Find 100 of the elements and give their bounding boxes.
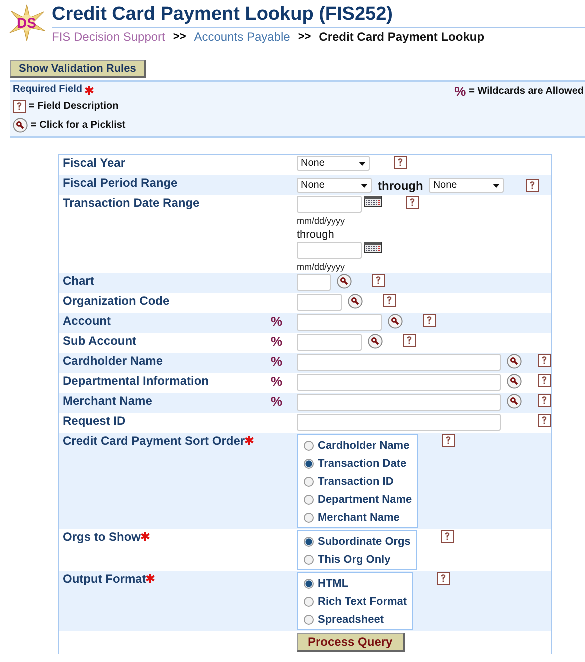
radio-button[interactable] [304, 459, 314, 469]
text-field[interactable] [297, 274, 331, 291]
breadcrumb-current: Credit Card Payment Lookup [319, 30, 485, 44]
help-icon[interactable] [394, 156, 407, 169]
field-label: Output Format [63, 572, 146, 587]
field-label: Orgs to Show [63, 530, 141, 545]
field-label: Fiscal Period Range [63, 176, 178, 191]
field-label: Chart [63, 274, 94, 289]
radio-button[interactable] [304, 441, 314, 451]
radio-option[interactable]: Subordinate Orgs [304, 534, 411, 550]
period-end-select[interactable]: None [429, 178, 504, 193]
wildcard-symbol: % [271, 354, 283, 371]
breadcrumb-separator: >> [173, 31, 186, 43]
help-icon[interactable] [538, 354, 551, 367]
caret-icon [361, 184, 368, 188]
help-icon[interactable] [406, 196, 419, 209]
radio-option[interactable]: Spreadsheet [304, 612, 408, 628]
radio-button[interactable] [304, 579, 314, 589]
help-icon[interactable] [442, 434, 456, 447]
help-icon[interactable] [437, 572, 450, 585]
field-label: Fiscal Year [63, 156, 126, 171]
fiscal-year-select[interactable]: None [297, 156, 370, 171]
magnifier-icon[interactable] [337, 274, 352, 289]
wildcard-symbol: % [454, 84, 466, 99]
radio-option[interactable]: Rich Text Format [304, 594, 408, 610]
magnifier-icon[interactable] [507, 354, 522, 369]
field-label: Cardholder Name [63, 354, 164, 369]
text-field[interactable] [297, 314, 382, 331]
radio-button[interactable] [304, 597, 314, 607]
wildcard-legend: = Wildcards are Allowed [469, 86, 584, 97]
radio-option[interactable]: Merchant Name [304, 510, 412, 526]
help-icon[interactable] [538, 374, 551, 387]
radio-button[interactable] [304, 615, 314, 625]
field-label: Organization Code [63, 294, 170, 309]
required-legend: Required Field [13, 84, 82, 95]
field-label: Departmental Information [63, 374, 210, 389]
help-icon[interactable] [372, 274, 385, 287]
text-field[interactable] [297, 334, 362, 351]
calendar-icon[interactable] [364, 196, 382, 207]
field-label: Request ID [63, 414, 126, 429]
magnifier-icon[interactable] [507, 374, 522, 389]
caret-icon [359, 162, 366, 166]
field-label: Transaction Date Range [63, 196, 200, 211]
caret-icon [493, 184, 500, 188]
through-label: through [297, 229, 336, 242]
help-icon[interactable] [13, 100, 26, 113]
text-field[interactable] [297, 414, 501, 431]
radio-button[interactable] [304, 555, 314, 565]
wildcard-symbol: % [271, 314, 283, 331]
radio-option[interactable]: This Org Only [304, 552, 411, 568]
help-icon[interactable] [538, 414, 551, 427]
radio-button[interactable] [304, 477, 314, 487]
logo-text: DS [17, 15, 36, 31]
radio-button[interactable] [304, 537, 314, 547]
wildcard-symbol: % [271, 334, 283, 351]
date-format-hint: mm/dd/yyyy [297, 216, 346, 226]
breadcrumb-link[interactable]: FIS Decision Support [52, 30, 166, 44]
text-field[interactable] [297, 374, 501, 391]
help-icon[interactable] [526, 179, 540, 192]
help-icon[interactable] [383, 294, 396, 307]
help-icon[interactable] [423, 314, 436, 327]
magnifier-icon[interactable] [388, 314, 403, 329]
radio-option[interactable]: Cardholder Name [304, 438, 412, 454]
picklist-legend: = Click for a Picklist [31, 120, 126, 131]
start-date-field[interactable] [297, 196, 362, 213]
field-label: Account [63, 314, 111, 329]
field-label: Merchant Name [63, 394, 152, 409]
magnifier-icon[interactable] [368, 334, 383, 349]
help-legend: = Field Description [29, 101, 119, 112]
text-field[interactable] [297, 294, 342, 311]
through-label: through [378, 178, 424, 192]
radio-button[interactable] [304, 495, 314, 505]
help-icon[interactable] [440, 530, 454, 543]
radio-option[interactable]: Department Name [304, 492, 412, 508]
text-field[interactable] [297, 394, 501, 411]
date-format-hint: mm/dd/yyyy [297, 262, 346, 272]
process-query-button[interactable]: Process Query [297, 633, 405, 652]
radio-option[interactable]: HTML [304, 576, 408, 592]
page-title: Credit Card Payment Lookup (FIS252) [52, 4, 585, 28]
breadcrumb-separator: >> [298, 31, 312, 43]
end-date-field[interactable] [297, 242, 362, 259]
magnifier-icon[interactable] [507, 394, 522, 409]
help-icon[interactable] [538, 394, 551, 407]
radio-option[interactable]: Transaction Date [304, 456, 412, 472]
help-icon[interactable] [403, 334, 416, 347]
radio-button[interactable] [304, 513, 314, 523]
breadcrumb-link[interactable]: Accounts Payable [194, 30, 290, 44]
wildcard-symbol: % [271, 374, 283, 391]
magnifier-icon[interactable] [348, 294, 363, 309]
text-field[interactable] [297, 354, 501, 371]
radio-option[interactable]: Transaction ID [304, 474, 412, 490]
star-burst-icon [8, 4, 46, 42]
wildcard-symbol: % [271, 394, 283, 411]
show-validation-rules-button[interactable]: Show Validation Rules [10, 60, 146, 78]
required-icon [85, 86, 94, 95]
field-label: Sub Account [63, 334, 137, 349]
period-start-select[interactable]: None [297, 178, 372, 193]
magnifier-icon[interactable] [13, 118, 28, 133]
calendar-icon[interactable] [364, 242, 382, 253]
field-label: Credit Card Payment Sort Order [63, 434, 246, 449]
